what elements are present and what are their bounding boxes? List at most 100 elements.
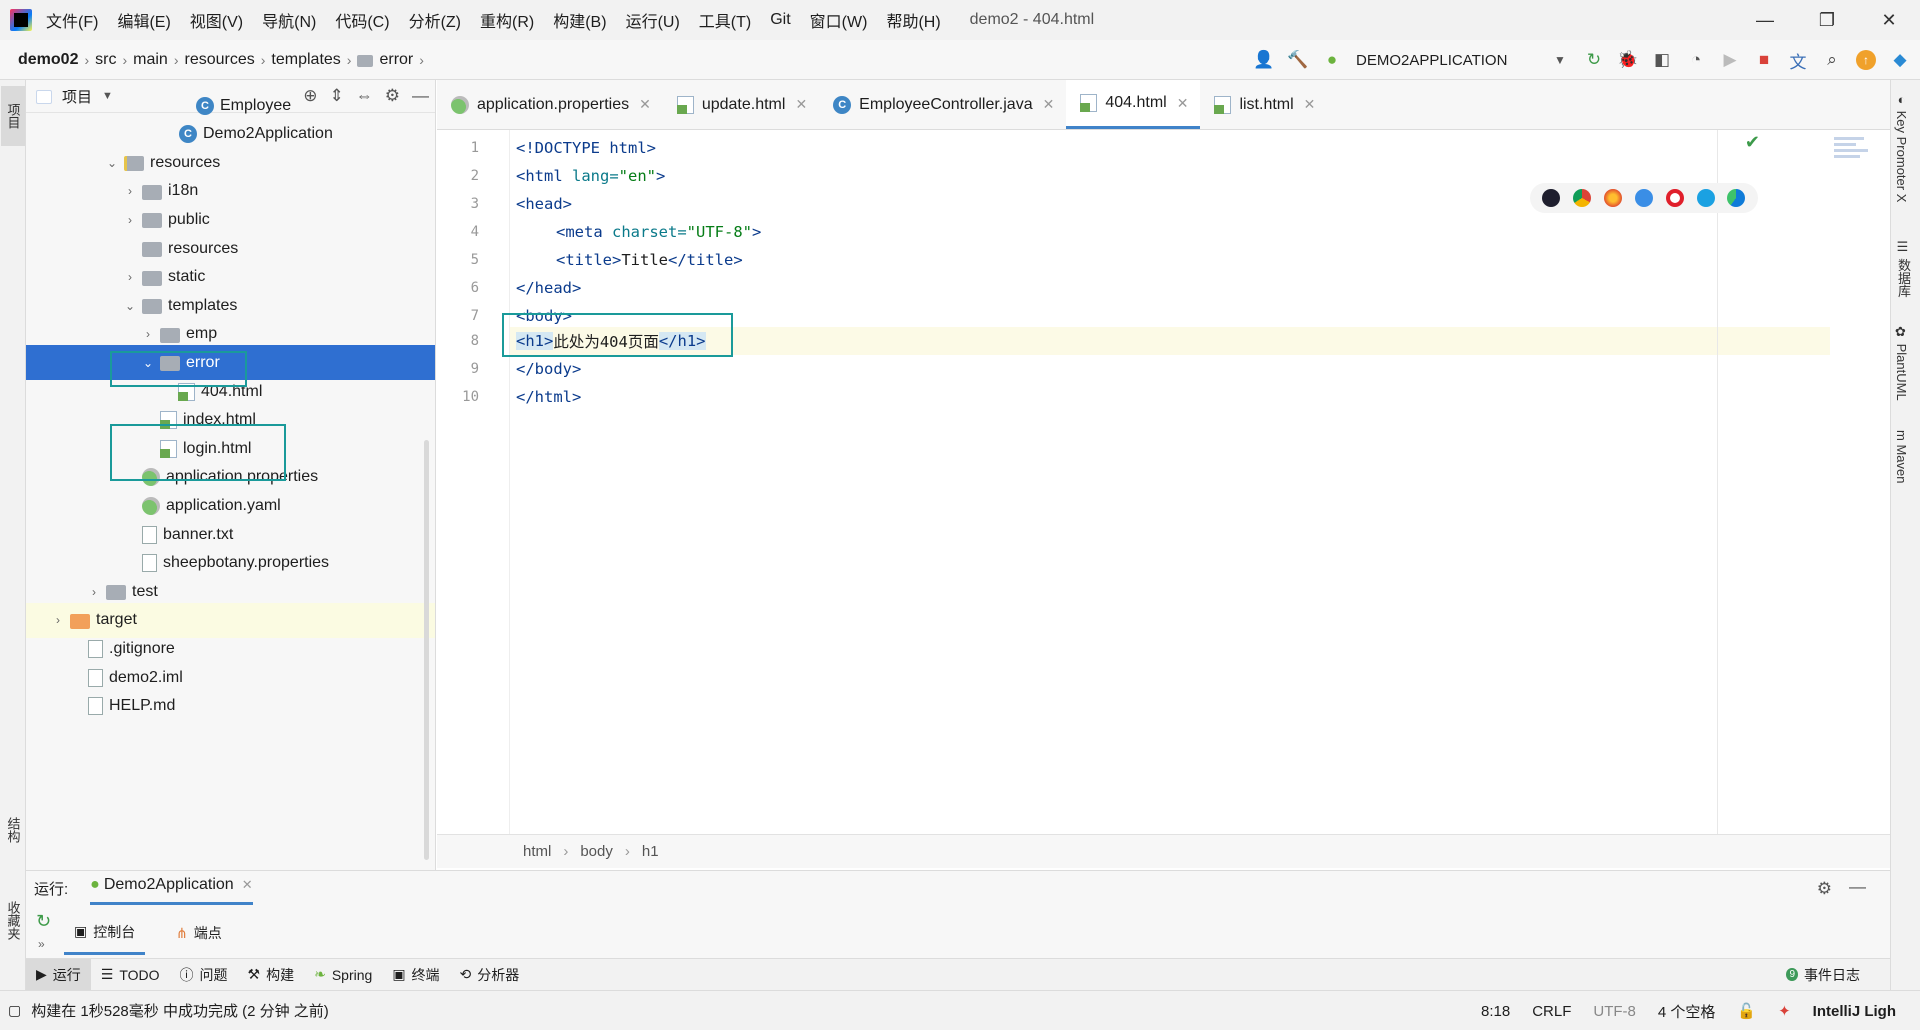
endpoints-tab[interactable]: ⋔ 端点 (166, 911, 232, 955)
tool-spring[interactable]: ❧ Spring (304, 959, 382, 991)
chevron-icon[interactable]: › (122, 184, 138, 198)
line-separator[interactable]: CRLF (1532, 1003, 1571, 1020)
code-editor[interactable]: <!DOCTYPE html> <html lang= "en" > <head> … (502, 130, 1840, 834)
update-icon[interactable]: ↑ (1856, 50, 1876, 70)
menu-refactor[interactable]: 重构(R) (480, 8, 534, 32)
structure-tool-tab[interactable]: 结构 (1, 800, 25, 860)
line-number[interactable]: 4 (437, 224, 479, 240)
line-number[interactable]: 1 (437, 140, 479, 156)
chrome-icon[interactable] (1573, 189, 1592, 207)
run-config-tab[interactable]: ● Demo2Application ✕ (90, 871, 253, 905)
close-icon[interactable]: ✕ (639, 96, 651, 113)
plantuml-tab[interactable]: ✿ PlantUML (1894, 325, 1909, 401)
chevron-icon[interactable]: › (50, 613, 66, 627)
line-number[interactable]: 3 (437, 196, 479, 212)
maximize-button[interactable]: ❐ (1796, 0, 1858, 40)
menu-view[interactable]: 视图(V) (190, 8, 243, 32)
chevron-icon[interactable]: › (86, 585, 102, 599)
line-number[interactable]: 2 (437, 168, 479, 184)
database-tab[interactable]: ☰ 数据库 (1894, 240, 1913, 298)
chevron-icon[interactable]: › (122, 213, 138, 227)
line-number[interactable]: 8 (437, 333, 479, 349)
tree-item-help-md[interactable]: HELP.md (26, 689, 435, 724)
close-icon[interactable]: ✕ (242, 877, 253, 893)
close-icon[interactable]: ✕ (1043, 96, 1055, 113)
tool-event-log[interactable]: 9 事件日志 (1776, 959, 1870, 991)
rerun-icon[interactable]: ↻ (1584, 50, 1604, 70)
tool-run[interactable]: ▶ 运行 (26, 958, 91, 991)
favorites-tool-tab[interactable]: 收藏夹 (1, 880, 25, 960)
chevron-icon[interactable]: ⌄ (122, 299, 138, 313)
menu-code[interactable]: 代码(C) (335, 8, 389, 32)
breadcrumb-item-main[interactable]: main (133, 51, 168, 69)
menu-file[interactable]: 文件(F) (46, 8, 98, 32)
project-scrollbar[interactable] (424, 440, 429, 860)
firefox-icon[interactable] (1604, 189, 1623, 207)
line-number[interactable]: 6 (437, 280, 479, 296)
chevron-down-icon[interactable]: ▼ (1550, 50, 1570, 70)
menu-analyze[interactable]: 分析(Z) (409, 8, 461, 32)
indent-setting[interactable]: 4 个空格 (1658, 1001, 1716, 1022)
status-message[interactable]: 构建在 1秒528毫秒 中成功完成 (2 分钟 之前) (31, 1000, 329, 1021)
maven-tab[interactable]: m Maven (1894, 430, 1909, 483)
inspection-ok-icon[interactable]: ✔ (1745, 132, 1760, 153)
tab-list-html[interactable]: list.html ✕ (1200, 80, 1327, 129)
opera-icon[interactable] (1665, 189, 1684, 207)
tab-application-properties[interactable]: application.properties ✕ (437, 80, 663, 129)
build-hammer-icon[interactable]: 🔨 (1287, 50, 1308, 70)
tool-terminal[interactable]: ▣ 终端 (382, 959, 449, 991)
layout-icon[interactable]: ▢ (8, 1002, 21, 1019)
tab-employeecontroller-java[interactable]: C EmployeeController.java ✕ (819, 80, 1066, 129)
gear-icon[interactable]: ⚙ (1817, 879, 1832, 899)
tool-profiler[interactable]: ⟲ 分析器 (450, 959, 530, 991)
run-icon[interactable]: ▶ (1720, 50, 1740, 70)
debug-icon[interactable]: 🐞 (1617, 50, 1638, 70)
tool-problems[interactable]: ⓘ 问题 (170, 959, 238, 991)
menu-navigate[interactable]: 导航(N) (262, 8, 316, 32)
menu-window[interactable]: 窗口(W) (810, 8, 868, 32)
key-promoter-tab[interactable]: ◐ Key Promoter X (1894, 92, 1909, 202)
project-tool-tab[interactable]: 项目 (1, 86, 25, 146)
hide-icon[interactable]: — (1849, 877, 1866, 897)
rerun-icon[interactable]: ↻ (36, 911, 51, 932)
menu-build[interactable]: 构建(B) (553, 8, 606, 32)
breadcrumb-item-src[interactable]: src (95, 51, 116, 69)
menu-tools[interactable]: 工具(T) (699, 8, 751, 32)
breadcrumb-item-resources[interactable]: resources (185, 51, 255, 69)
close-button[interactable]: ✕ (1858, 0, 1920, 40)
edge-icon[interactable] (1727, 189, 1746, 207)
plugin-icon[interactable]: ◆ (1890, 50, 1910, 70)
translate-icon[interactable]: 文 (1788, 50, 1808, 72)
chevron-icon[interactable]: › (140, 327, 156, 341)
user-icon[interactable]: 👤 (1253, 50, 1274, 70)
intellij-browser-icon[interactable] (1542, 189, 1561, 207)
menu-run[interactable]: 运行(U) (626, 8, 680, 32)
console-tab[interactable]: ▣ 控制台 (64, 911, 146, 955)
tab-update-html[interactable]: update.html ✕ (663, 80, 819, 129)
chevron-icon[interactable]: ⌄ (104, 156, 120, 170)
menu-help[interactable]: 帮助(H) (886, 8, 940, 32)
coverage-icon[interactable]: ◧ (1652, 50, 1672, 70)
profiler-icon[interactable]: ◔ (1686, 50, 1706, 70)
chevron-icon[interactable]: › (122, 270, 138, 284)
breadcrumb-item-templates[interactable]: templates (271, 51, 340, 69)
internet-explorer-icon[interactable] (1696, 189, 1715, 207)
breadcrumb-item-error[interactable]: error (379, 51, 413, 69)
editor-crumb-body[interactable]: body (580, 843, 613, 860)
file-encoding[interactable]: UTF-8 (1593, 1003, 1636, 1020)
editor-crumb-h1[interactable]: h1 (642, 843, 659, 860)
safari-icon[interactable] (1634, 189, 1653, 207)
tab-404-html[interactable]: 404.html ✕ (1066, 80, 1201, 129)
line-number[interactable]: 7 (437, 308, 479, 324)
breadcrumb-item-project[interactable]: demo02 (18, 51, 78, 69)
run-config-selector[interactable]: DEMO2APPLICATION (1356, 52, 1536, 69)
search-icon[interactable]: ⌕ (1822, 50, 1842, 70)
tool-todo[interactable]: ☰ TODO (91, 959, 170, 991)
line-number[interactable]: 5 (437, 252, 479, 268)
editor-crumb-html[interactable]: html (523, 843, 551, 860)
theme-name[interactable]: IntelliJ Ligh (1813, 1003, 1896, 1020)
more-icon[interactable]: » (38, 937, 45, 951)
tool-build[interactable]: ⚒ 构建 (238, 959, 305, 991)
lock-icon[interactable]: 🔓 (1737, 1002, 1756, 1020)
menu-git[interactable]: Git (770, 11, 790, 29)
